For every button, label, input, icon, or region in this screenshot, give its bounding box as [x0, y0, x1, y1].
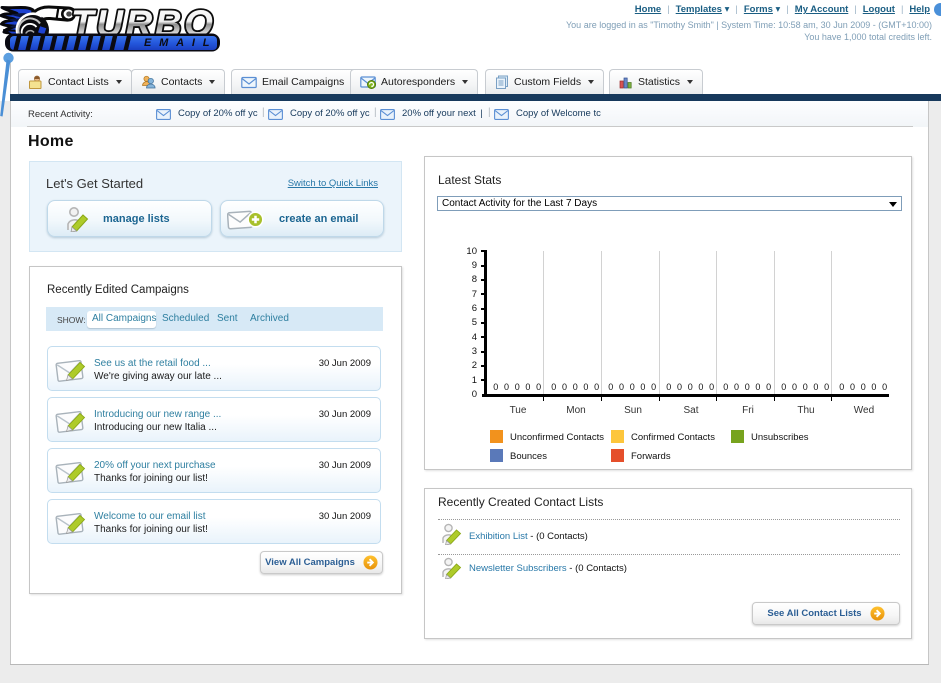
svg-text:EMAIL: EMAIL: [144, 37, 217, 49]
